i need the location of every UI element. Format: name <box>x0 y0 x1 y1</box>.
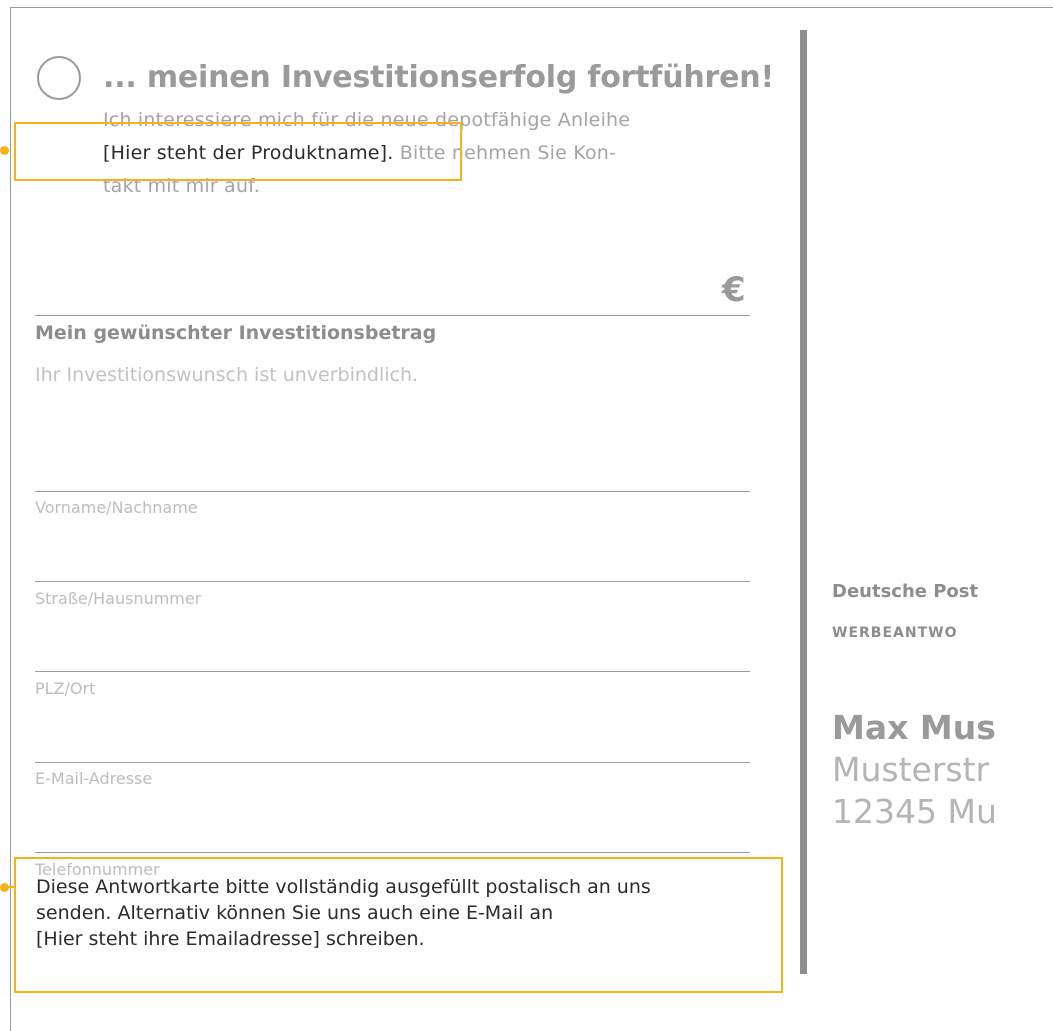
street-input-line[interactable] <box>35 581 750 582</box>
recipient-name: Max Mus <box>832 708 996 747</box>
email-field-label: E-Mail-Adresse <box>35 769 153 788</box>
city-field-label: PLZ/Ort <box>35 679 96 698</box>
amount-note: Ihr Investitionswunsch ist unverbindlich… <box>35 364 419 386</box>
street-field-label: Straße/Hausnummer <box>35 589 202 608</box>
card-border-top <box>10 7 1053 8</box>
footer-line-1: Diese Antwortkarte bitte vollständig aus… <box>36 876 651 898</box>
footer-line-2: senden. Alternativ können Sie uns auch e… <box>36 902 554 924</box>
amount-label: Mein gewünschter Investitionsbetrag <box>35 322 437 344</box>
headline: ... meinen Investitionserfolg fortführen… <box>103 60 774 95</box>
footer-instructions: Diese Antwortkarte bitte vollständig aus… <box>36 874 651 952</box>
name-input-line[interactable] <box>35 491 750 492</box>
recipient-street: Musterstr <box>832 750 990 789</box>
product-highlight-marker <box>0 146 9 155</box>
card-border-left <box>10 7 11 1031</box>
selection-checkbox[interactable] <box>37 56 81 100</box>
recipient-city: 12345 Mu <box>832 792 997 831</box>
phone-input-line[interactable] <box>35 852 750 853</box>
euro-symbol: € <box>722 270 746 310</box>
postal-service: WERBEANTWO <box>832 625 958 641</box>
city-input-line[interactable] <box>35 671 750 672</box>
amount-input-line[interactable] <box>35 315 750 316</box>
name-field-label: Vorname/Nachname <box>35 498 198 517</box>
footer-highlight-connector <box>4 886 16 888</box>
email-input-line[interactable] <box>35 762 750 763</box>
footer-line-3: [Hier steht ihre Emailadresse] schreiben… <box>36 928 425 950</box>
product-name-highlight <box>14 122 462 181</box>
postal-carrier: Deutsche Post <box>832 581 979 602</box>
fold-divider <box>800 30 807 974</box>
reply-card: ... meinen Investitionserfolg fortführen… <box>0 0 1053 1031</box>
